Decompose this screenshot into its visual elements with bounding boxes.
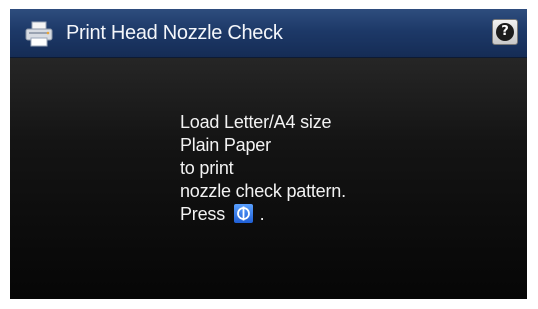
message-line-4: nozzle check pattern. bbox=[180, 181, 346, 201]
message-line-3: to print bbox=[180, 158, 234, 178]
message-line-5: Press . bbox=[180, 203, 346, 226]
help-icon: ? bbox=[496, 23, 514, 41]
content-area: Load Letter/A4 size Plain Paper to print… bbox=[10, 58, 527, 299]
press-label: Press bbox=[180, 204, 226, 224]
lcd-screen: Print Head Nozzle Check ? Load Letter/A4… bbox=[10, 9, 527, 299]
help-button[interactable]: ? bbox=[492, 19, 518, 45]
page-title: Print Head Nozzle Check bbox=[66, 22, 283, 44]
printer-icon bbox=[25, 21, 53, 47]
message-line-1: Load Letter/A4 size bbox=[180, 112, 332, 132]
start-button-icon bbox=[233, 204, 253, 223]
instruction-message: Load Letter/A4 size Plain Paper to print… bbox=[180, 111, 346, 226]
title-bar: Print Head Nozzle Check ? bbox=[10, 9, 527, 58]
period-label: . bbox=[259, 204, 265, 224]
message-line-2: Plain Paper bbox=[180, 135, 271, 155]
